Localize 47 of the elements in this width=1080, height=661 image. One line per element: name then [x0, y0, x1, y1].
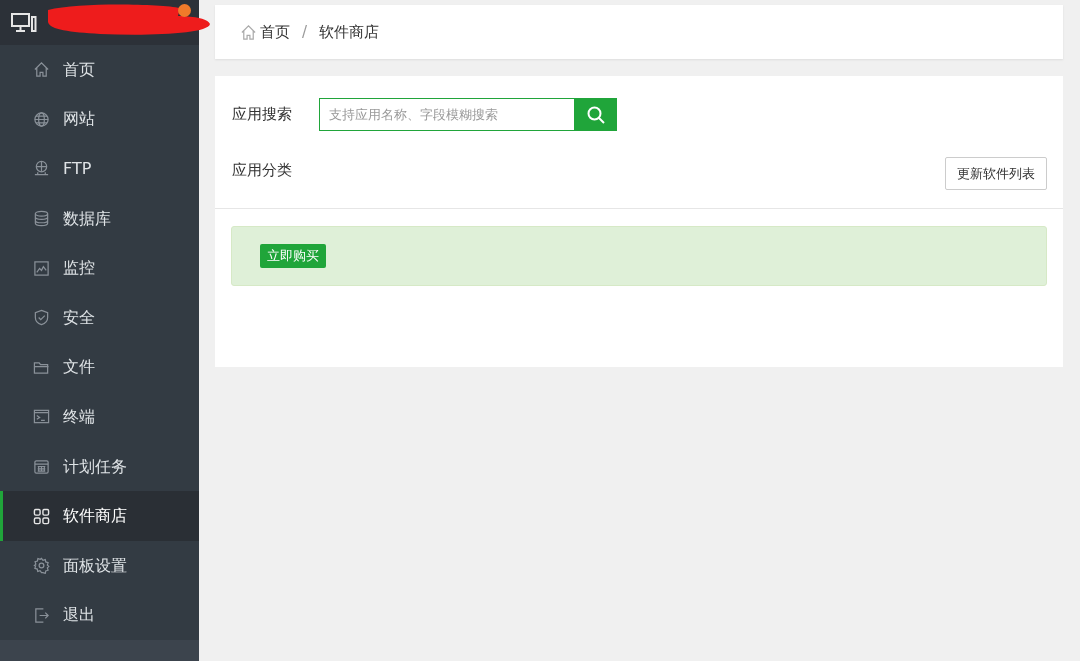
sidebar-item-label: FTP — [63, 158, 92, 180]
sidebar-item[interactable]: 文件 — [0, 342, 199, 393]
sidebar-item-label: 数据库 — [63, 207, 111, 230]
sidebar-item[interactable]: 安全 — [0, 292, 199, 343]
sidebar-item[interactable]: 软件商店 — [0, 491, 199, 541]
sidebar-item[interactable]: 监控 — [0, 243, 199, 293]
search-icon — [587, 105, 605, 124]
search-field[interactable]: 支持应用名称、字段模糊搜索 — [319, 98, 575, 131]
sidebar-item-label: 终端 — [63, 405, 95, 428]
sidebar-item-label: 退出 — [63, 604, 95, 627]
sidebar-item[interactable]: 退出 — [0, 590, 199, 641]
grid-icon — [33, 507, 50, 525]
sidebar-item-label: 面板设置 — [63, 554, 127, 577]
refresh-list-button[interactable]: 更新软件列表 — [945, 157, 1047, 190]
sidebar-item[interactable]: 计划任务 — [0, 441, 199, 492]
database-icon — [33, 210, 50, 228]
logout-icon — [33, 606, 50, 624]
sidebar-item[interactable]: 终端 — [0, 392, 199, 442]
search-button[interactable] — [575, 98, 617, 131]
sidebar-item[interactable]: 首页 — [0, 45, 199, 95]
breadcrumb-link[interactable]: 软件商店 — [319, 20, 380, 44]
sidebar-item-label: 网站 — [63, 108, 95, 131]
sidebar-item[interactable]: 面板设置 — [0, 540, 199, 591]
sidebar-item-label: 安全 — [63, 306, 95, 329]
terminal-icon — [33, 408, 50, 426]
breadcrumb-separator: / — [302, 21, 308, 43]
calendar-icon — [33, 458, 50, 476]
notification-dot — [178, 4, 191, 17]
sidebar-item-label: 文件 — [63, 356, 95, 379]
home-icon — [240, 23, 257, 41]
field-label: 应用分类 — [232, 160, 292, 181]
server-globe-icon — [33, 160, 50, 178]
globe-icon — [33, 110, 50, 128]
chart-icon — [33, 259, 50, 277]
sidebar-item[interactable]: FTP — [0, 144, 199, 194]
sidebar-item-label: 计划任务 — [63, 455, 127, 478]
shield-icon — [33, 309, 50, 327]
sidebar-item[interactable]: 数据库 — [0, 193, 199, 244]
settings-icon — [33, 557, 50, 575]
sidebar-item-label: 首页 — [63, 58, 95, 81]
field-label: 应用搜索 — [232, 104, 293, 126]
monitor-icon — [11, 12, 37, 33]
home-icon — [33, 61, 50, 79]
sidebar-item-label: 软件商店 — [63, 505, 127, 528]
sidebar-item-label: 监控 — [63, 257, 95, 280]
sidebar-item[interactable]: 网站 — [0, 94, 199, 145]
breadcrumb-link[interactable]: 首页 — [260, 20, 290, 44]
